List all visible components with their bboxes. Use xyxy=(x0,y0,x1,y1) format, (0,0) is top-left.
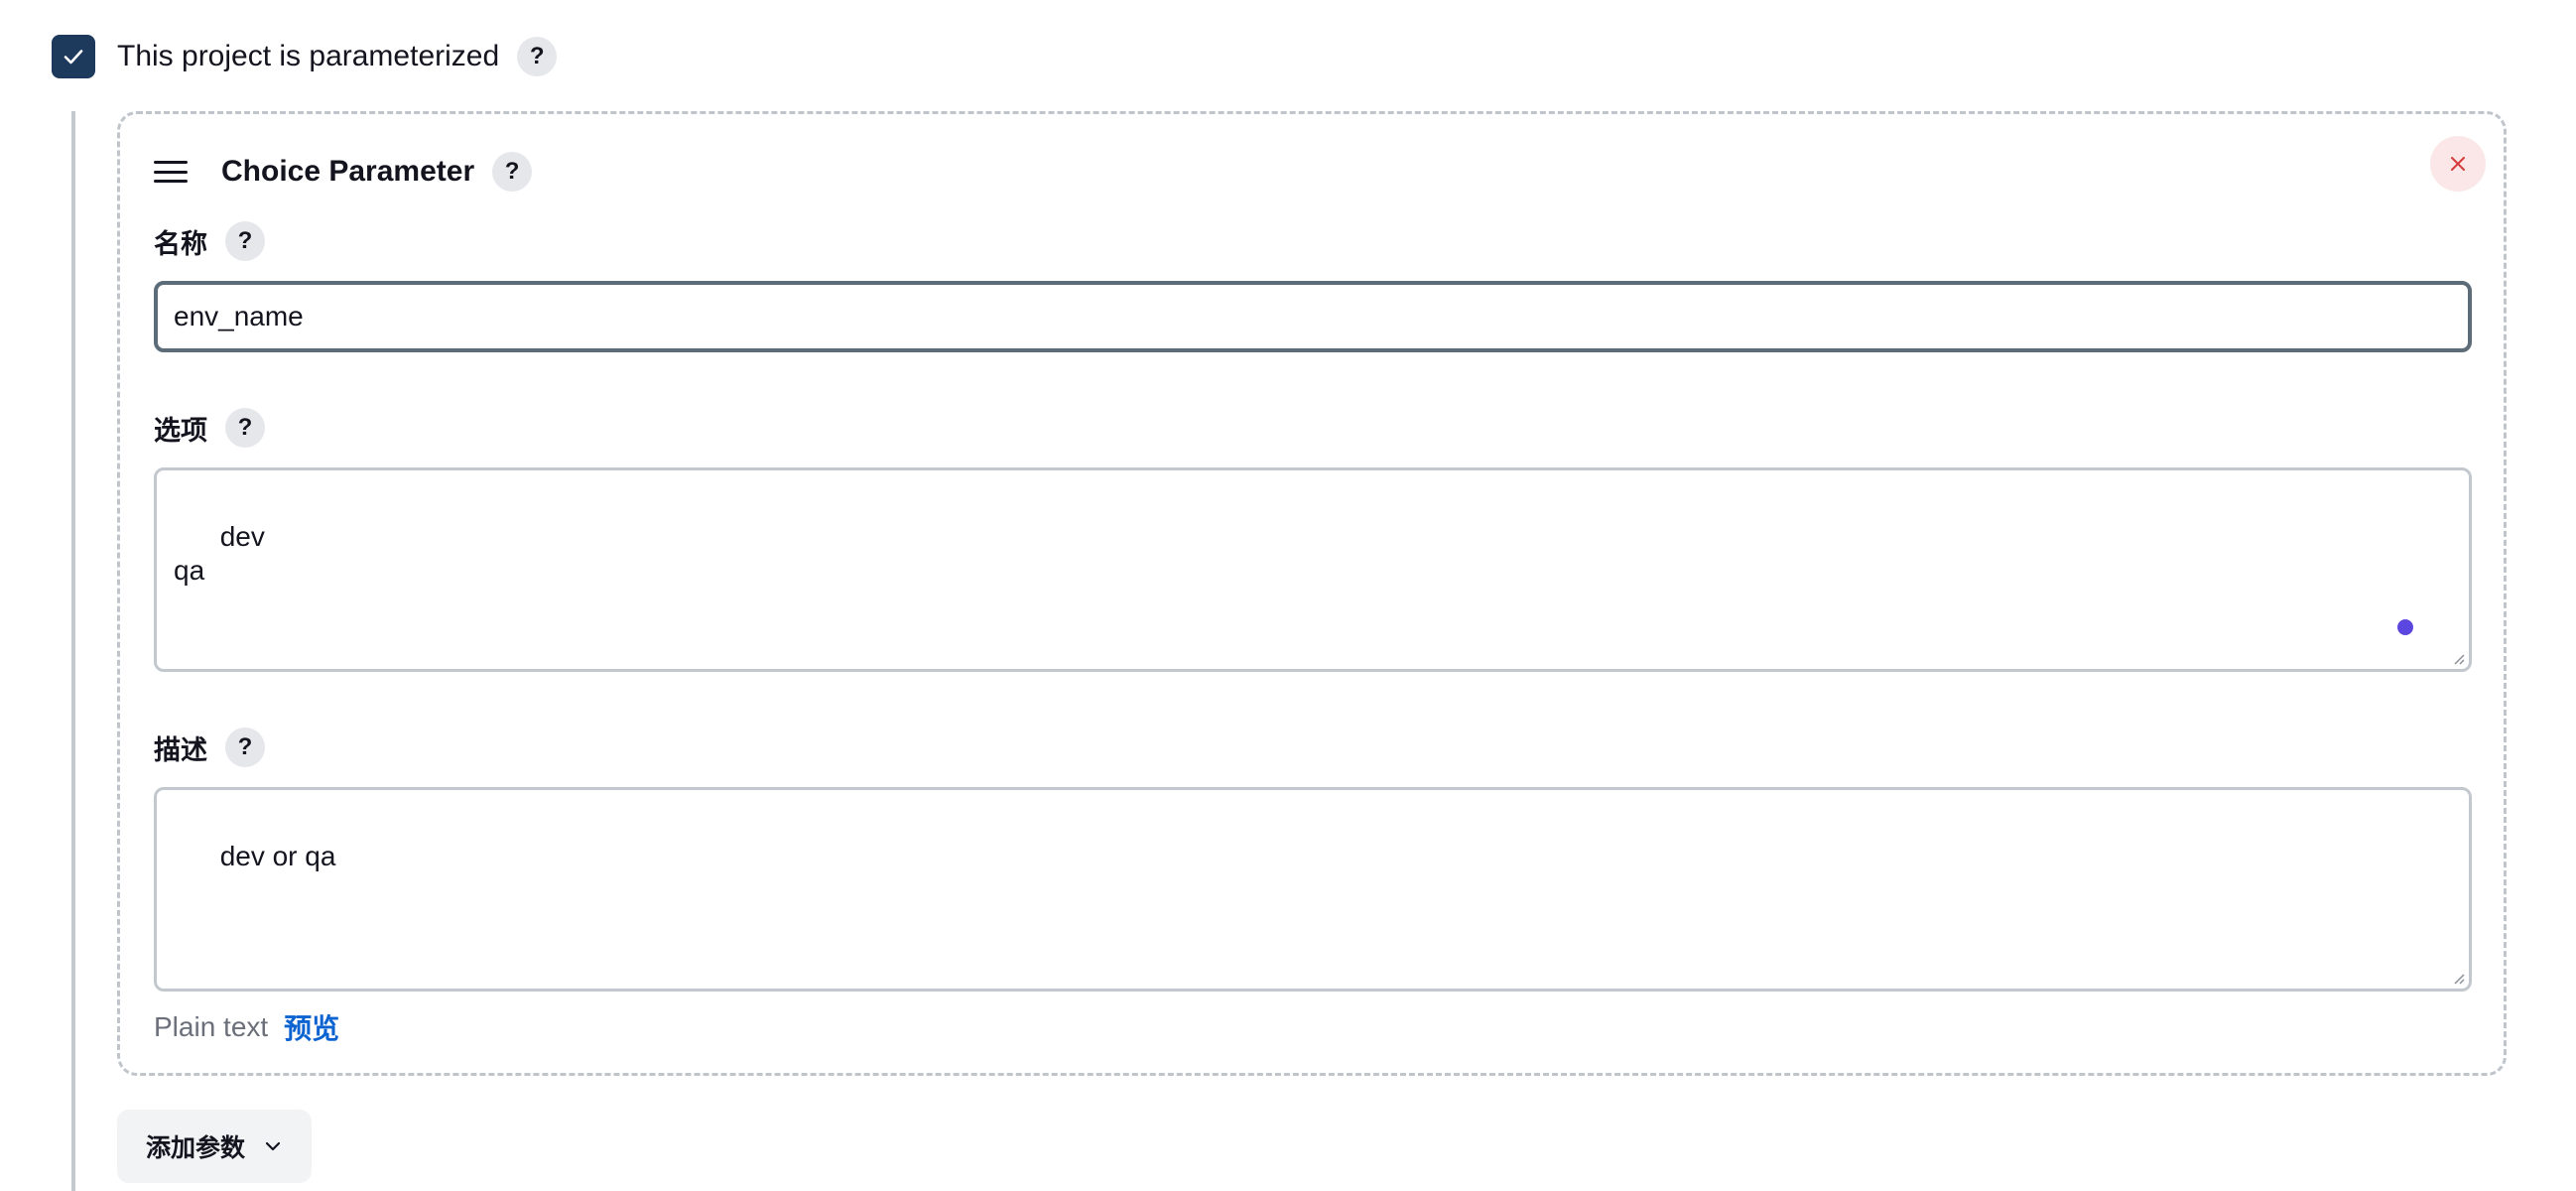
parameters-section-rule xyxy=(71,111,75,1191)
parameterized-row: This project is parameterized ? xyxy=(52,34,558,79)
choices-textarea[interactable]: dev qa xyxy=(154,467,2472,672)
description-label-row: 描述 ? xyxy=(154,728,265,767)
name-label-row: 名称 ? xyxy=(154,221,265,261)
card-header: Choice Parameter ? xyxy=(154,148,533,196)
add-parameter-button[interactable]: 添加参数 xyxy=(117,1110,312,1183)
resize-grip-icon[interactable] xyxy=(2451,651,2465,665)
checkmark-icon xyxy=(64,50,83,65)
grammar-assistant-dot[interactable] xyxy=(2397,619,2413,635)
chevron-down-icon xyxy=(263,1136,283,1156)
description-textarea[interactable]: dev or qa xyxy=(154,787,2472,992)
choices-help-button[interactable]: ? xyxy=(225,408,265,448)
description-text: dev or qa xyxy=(219,841,336,871)
format-plain-text: Plain text xyxy=(154,1011,269,1042)
name-input[interactable] xyxy=(154,281,2472,352)
description-help-button[interactable]: ? xyxy=(225,728,265,767)
choices-text: dev qa xyxy=(174,521,265,586)
description-label: 描述 xyxy=(154,734,207,765)
choices-label-row: 选项 ? xyxy=(154,408,265,448)
preview-link[interactable]: 预览 xyxy=(284,1007,339,1047)
choice-parameter-card: Choice Parameter ? 名称 ? 选项 ? dev qa xyxy=(117,111,2507,1076)
card-help-button[interactable]: ? xyxy=(492,152,533,192)
parameterized-checkbox[interactable] xyxy=(52,35,95,78)
parameterized-help-button[interactable]: ? xyxy=(517,37,558,76)
add-parameter-label: 添加参数 xyxy=(145,1134,245,1162)
markup-format-row: Plain text 预览 xyxy=(154,1007,339,1047)
resize-grip-icon[interactable] xyxy=(2451,971,2465,985)
parameterized-label[interactable]: This project is parameterized xyxy=(117,40,499,73)
page: This project is parameterized ? Choice P… xyxy=(0,0,2576,1191)
delete-parameter-button[interactable] xyxy=(2430,136,2486,192)
name-help-button[interactable]: ? xyxy=(225,221,265,261)
card-title: Choice Parameter xyxy=(221,155,475,188)
close-icon xyxy=(2451,157,2465,171)
drag-handle-icon[interactable] xyxy=(154,161,188,183)
choices-label: 选项 xyxy=(154,415,207,446)
name-label: 名称 xyxy=(154,228,207,259)
